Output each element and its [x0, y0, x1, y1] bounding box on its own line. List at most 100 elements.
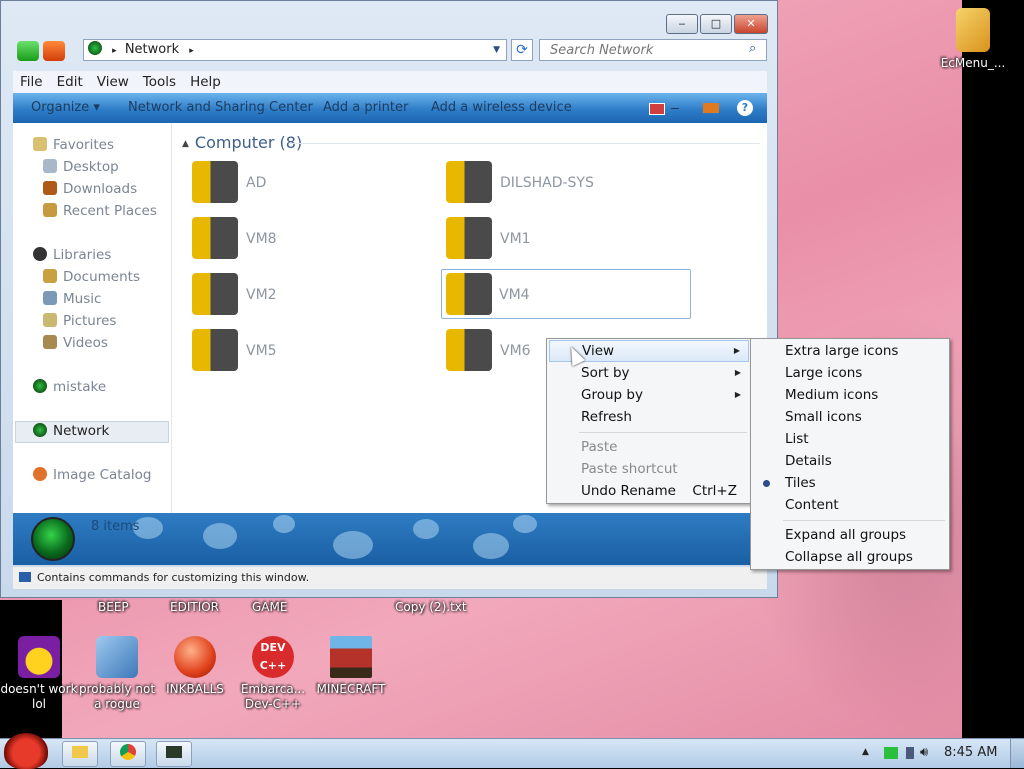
menu-item-paste[interactable]: Paste — [549, 436, 749, 458]
menu-edit[interactable]: Edit — [50, 71, 90, 93]
menu-item-group-by[interactable]: Group by ▶ — [549, 384, 749, 406]
menu-item-label: List — [785, 431, 809, 447]
menu-help[interactable]: Help — [183, 71, 228, 93]
tray-icon[interactable] — [906, 747, 914, 759]
view-option-small-icons[interactable]: Small icons — [753, 406, 947, 428]
nav-pictures[interactable]: Pictures — [43, 311, 116, 331]
nav-documents[interactable]: Documents — [43, 267, 140, 287]
computer-tile-vm5[interactable]: VM5 — [192, 327, 442, 377]
forward-arrow-icon[interactable] — [43, 41, 65, 61]
lightning-icon — [33, 467, 47, 481]
back-arrow-icon[interactable] — [17, 41, 39, 61]
computer-tile-dilshad-sys[interactable]: DILSHAD-SYS — [446, 159, 696, 209]
view-dropdown-icon[interactable] — [671, 108, 679, 109]
bubble-decoration — [413, 519, 439, 539]
view-option-medium-icons[interactable]: Medium icons — [753, 384, 947, 406]
nav-label: Favorites — [53, 137, 114, 153]
computer-tile-vm8[interactable]: VM8 — [192, 215, 442, 265]
nav-image-catalog[interactable]: Image Catalog — [33, 465, 151, 485]
menu-item-label: Paste — [581, 439, 618, 455]
desktop-icon-devcpp[interactable]: DEV C++ Embarca... Dev-C++ — [234, 636, 312, 712]
nav-recent-places[interactable]: Recent Places — [43, 201, 157, 221]
view-option-content[interactable]: Content — [753, 494, 947, 516]
computer-tile-vm4[interactable]: VM4 — [441, 269, 691, 319]
desktop-icon-rogue[interactable]: probably not a rogue — [78, 636, 156, 712]
taskbar-explorer-button[interactable] — [62, 741, 98, 767]
desktop-label-editior[interactable]: EDITIOR — [170, 600, 219, 614]
nav-downloads[interactable]: Downloads — [43, 179, 137, 199]
nav-label: Network — [53, 423, 110, 439]
view-option-extra-large-icons[interactable]: Extra large icons — [753, 340, 947, 362]
view-option-details[interactable]: Details — [753, 450, 947, 472]
computer-tile-vm1[interactable]: VM1 — [446, 215, 696, 265]
breadcrumb-network[interactable]: Network — [125, 42, 179, 57]
menu-item-label: Content — [785, 497, 839, 513]
nav-label: Music — [63, 291, 102, 307]
menu-file[interactable]: File — [13, 71, 50, 93]
view-option-list[interactable]: List — [753, 428, 947, 450]
desktop-icon-minecraft[interactable]: MINECRAFT — [312, 636, 390, 697]
nav-music[interactable]: Music — [43, 289, 101, 309]
taskbar-app-button[interactable] — [156, 741, 192, 767]
menu-item-label: Collapse all groups — [785, 549, 913, 565]
menu-item-sort-by[interactable]: Sort by ▶ — [549, 362, 749, 384]
computer-tile-vm2[interactable]: VM2 — [192, 271, 442, 321]
close-button[interactable]: ✕ — [734, 14, 768, 34]
organize-button[interactable]: Organize ▾ — [31, 93, 100, 123]
menu-view[interactable]: View — [90, 71, 136, 93]
desktop-label-game[interactable]: GAME — [252, 600, 287, 614]
computer-tile-ad[interactable]: AD — [192, 159, 442, 209]
address-bar[interactable]: ▸ Network ▸ ▼ — [83, 39, 507, 61]
show-hidden-icons-icon[interactable]: ▲ — [862, 747, 869, 757]
computer-name: AD — [246, 175, 267, 191]
view-option-collapse-all-groups[interactable]: Collapse all groups — [753, 546, 947, 568]
view-option-expand-all-groups[interactable]: Expand all groups — [753, 524, 947, 546]
nav-favorites[interactable]: Favorites — [33, 135, 114, 155]
search-input[interactable] — [539, 39, 767, 61]
taskbar-chrome-button[interactable] — [110, 741, 146, 767]
group-header-computer[interactable]: ▲ Computer (8) — [182, 133, 302, 152]
nav-label: Desktop — [63, 159, 119, 175]
maximize-button[interactable]: □ — [700, 14, 732, 34]
nav-libraries[interactable]: Libraries — [33, 245, 111, 265]
nav-network[interactable]: Network — [33, 421, 109, 441]
start-button[interactable] — [4, 733, 48, 769]
menu-tools[interactable]: Tools — [136, 71, 183, 93]
add-printer-button[interactable]: Add a printer — [323, 93, 408, 123]
network-tray-icon[interactable] — [884, 747, 898, 759]
view-option-tiles[interactable]: Tiles — [753, 472, 947, 494]
change-view-icon[interactable] — [649, 103, 665, 115]
computer-tile-vm6[interactable]: VM6 — [446, 327, 546, 377]
nav-mistake[interactable]: mistake — [33, 377, 106, 397]
address-dropdown-icon[interactable]: ▼ — [493, 40, 500, 60]
desktop-icon-yahoo[interactable]: doesn't work lol — [0, 636, 78, 712]
desktop-icon-ecmenu[interactable]: EcMenu_... — [934, 8, 1012, 71]
preview-pane-icon[interactable] — [703, 103, 719, 113]
nav-desktop[interactable]: Desktop — [43, 157, 119, 177]
bubble-decoration — [273, 515, 295, 533]
menu-item-refresh[interactable]: Refresh — [549, 406, 749, 428]
minimize-button[interactable]: ‒ — [666, 14, 698, 34]
computer-gears-icon — [96, 636, 138, 678]
status-tip: Contains commands for customizing this w… — [37, 571, 310, 584]
view-option-large-icons[interactable]: Large icons — [753, 362, 947, 384]
refresh-icon[interactable]: ⟳ — [511, 39, 533, 61]
clock[interactable]: 8:45 AM — [944, 745, 997, 760]
network-sharing-center-button[interactable]: Network and Sharing Center — [128, 93, 313, 123]
menu-item-undo-rename[interactable]: Undo Rename Ctrl+Z — [549, 480, 749, 502]
add-wireless-device-button[interactable]: Add a wireless device — [431, 93, 572, 123]
menu-item-paste-shortcut[interactable]: Paste shortcut — [549, 458, 749, 480]
shortcut-label: Ctrl+Z — [692, 483, 737, 499]
menu-item-label: Large icons — [785, 365, 863, 381]
desktop-icon-label: EcMenu_... — [940, 56, 1006, 70]
desktop-label-copy-txt[interactable]: Copy (2).txt — [395, 600, 467, 614]
nav-videos[interactable]: Videos — [43, 333, 108, 353]
volume-icon[interactable]: 🔊︎ — [920, 745, 928, 760]
help-icon[interactable]: ? — [737, 100, 753, 116]
show-desktop-button[interactable] — [1010, 739, 1024, 768]
desktop-label-beep[interactable]: BEEP — [98, 600, 129, 614]
group-divider — [290, 143, 760, 144]
collapse-triangle-icon[interactable]: ▲ — [182, 139, 189, 149]
desktop-icon-inkballs[interactable]: INKBALLS — [156, 636, 234, 697]
search-icon[interactable]: ⌕ — [749, 41, 756, 56]
